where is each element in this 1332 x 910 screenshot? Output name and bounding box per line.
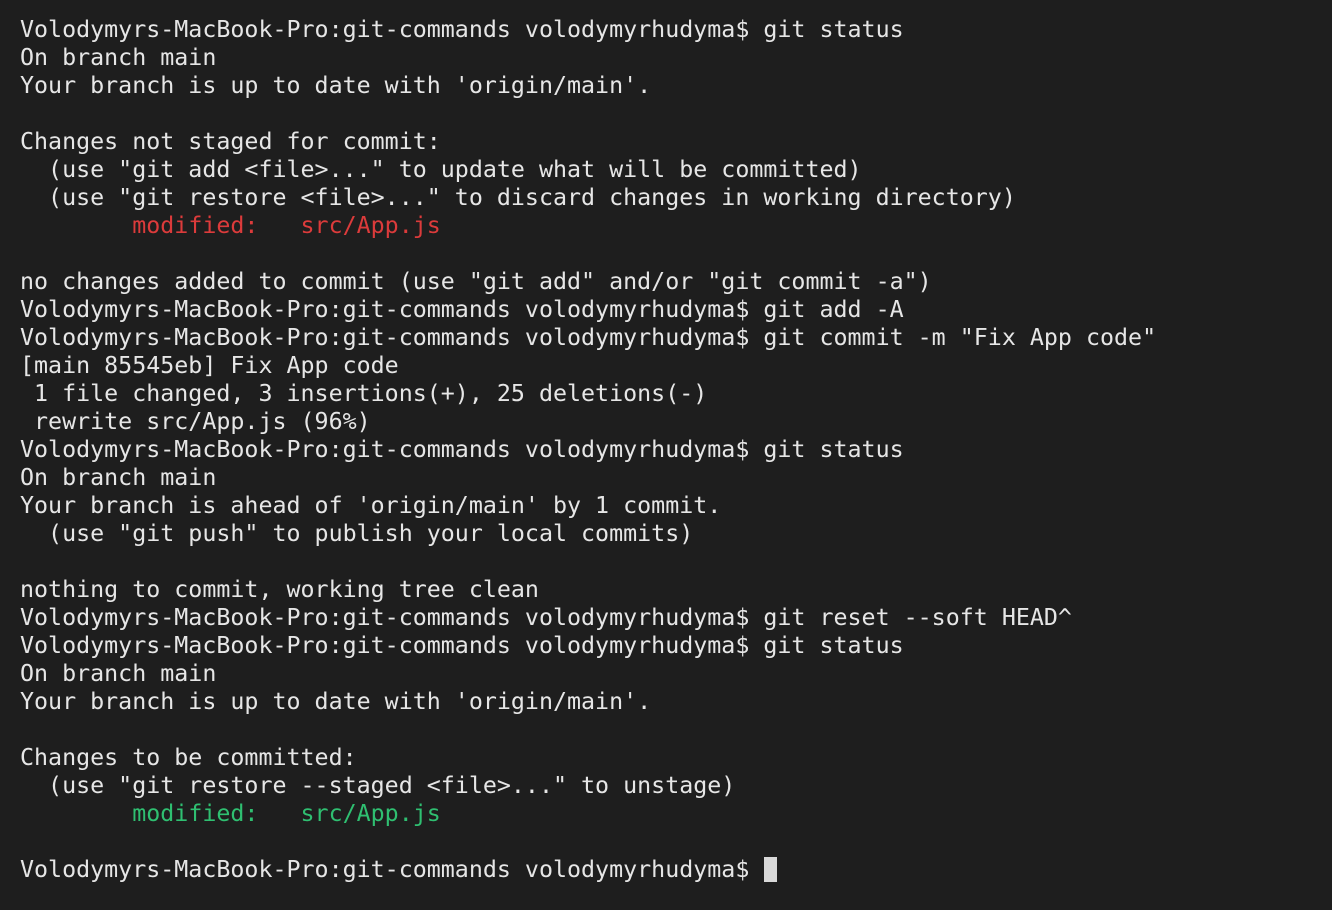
terminal-line: On branch main — [20, 660, 1332, 688]
terminal-output[interactable]: Volodymyrs-MacBook-Pro:git-commands volo… — [20, 16, 1332, 884]
line-text: Volodymyrs-MacBook-Pro:git-commands volo… — [20, 632, 904, 659]
terminal-line: Volodymyrs-MacBook-Pro:git-commands volo… — [20, 604, 1332, 632]
line-text: Volodymyrs-MacBook-Pro:git-commands volo… — [20, 604, 1072, 631]
terminal-line: Changes to be committed: — [20, 744, 1332, 772]
line-text: Your branch is up to date with 'origin/m… — [20, 688, 652, 715]
line-text: Your branch is ahead of 'origin/main' by… — [20, 492, 722, 519]
terminal-line: (use "git restore --staged <file>..." to… — [20, 772, 1332, 800]
line-text: On branch main — [20, 44, 217, 71]
line-text: no changes added to commit (use "git add… — [20, 268, 932, 295]
terminal-line: Volodymyrs-MacBook-Pro:git-commands volo… — [20, 632, 1332, 660]
status-green-text: modified: src/App.js — [132, 800, 441, 827]
terminal-line: On branch main — [20, 464, 1332, 492]
line-text: [main 85545eb] Fix App code — [20, 352, 399, 379]
terminal-line: Volodymyrs-MacBook-Pro:git-commands volo… — [20, 16, 1332, 44]
terminal-prompt: Volodymyrs-MacBook-Pro:git-commands volo… — [20, 856, 764, 883]
line-text: nothing to commit, working tree clean — [20, 576, 539, 603]
line-text: Volodymyrs-MacBook-Pro:git-commands volo… — [20, 16, 904, 43]
terminal-line: nothing to commit, working tree clean — [20, 576, 1332, 604]
line-text: Volodymyrs-MacBook-Pro:git-commands volo… — [20, 436, 904, 463]
terminal-line: Your branch is up to date with 'origin/m… — [20, 688, 1332, 716]
line-text: (use "git add <file>..." to update what … — [20, 156, 862, 183]
terminal-line: (use "git restore <file>..." to discard … — [20, 184, 1332, 212]
terminal-line: modified: src/App.js — [20, 800, 1332, 828]
line-text — [20, 212, 132, 239]
terminal-line: Your branch is ahead of 'origin/main' by… — [20, 492, 1332, 520]
line-text: On branch main — [20, 464, 217, 491]
line-text: On branch main — [20, 660, 217, 687]
line-text: Changes not staged for commit: — [20, 128, 441, 155]
terminal-line: rewrite src/App.js (96%) — [20, 408, 1332, 436]
line-text: rewrite src/App.js (96%) — [20, 408, 371, 435]
terminal-line: (use "git add <file>..." to update what … — [20, 156, 1332, 184]
text-cursor[interactable] — [764, 857, 778, 882]
line-text: Volodymyrs-MacBook-Pro:git-commands volo… — [20, 324, 1157, 351]
line-text: (use "git restore --staged <file>..." to… — [20, 772, 736, 799]
terminal-line: 1 file changed, 3 insertions(+), 25 dele… — [20, 380, 1332, 408]
line-text: (use "git restore <file>..." to discard … — [20, 184, 1016, 211]
terminal-prompt-line[interactable]: Volodymyrs-MacBook-Pro:git-commands volo… — [20, 856, 1332, 884]
terminal-line: Volodymyrs-MacBook-Pro:git-commands volo… — [20, 436, 1332, 464]
line-text — [20, 800, 132, 827]
terminal-line: Volodymyrs-MacBook-Pro:git-commands volo… — [20, 296, 1332, 324]
line-text: (use "git push" to publish your local co… — [20, 520, 694, 547]
terminal-line: [main 85545eb] Fix App code — [20, 352, 1332, 380]
terminal-line: On branch main — [20, 44, 1332, 72]
terminal-line: no changes added to commit (use "git add… — [20, 268, 1332, 296]
terminal-line: (use "git push" to publish your local co… — [20, 520, 1332, 548]
status-red-text: modified: src/App.js — [132, 212, 441, 239]
terminal-line: Your branch is up to date with 'origin/m… — [20, 72, 1332, 100]
terminal-line: Changes not staged for commit: — [20, 128, 1332, 156]
line-text: Changes to be committed: — [20, 744, 357, 771]
terminal-line: Volodymyrs-MacBook-Pro:git-commands volo… — [20, 324, 1332, 352]
line-text: Volodymyrs-MacBook-Pro:git-commands volo… — [20, 296, 904, 323]
line-text: Your branch is up to date with 'origin/m… — [20, 72, 652, 99]
line-text: 1 file changed, 3 insertions(+), 25 dele… — [20, 380, 708, 407]
terminal-line: modified: src/App.js — [20, 212, 1332, 240]
